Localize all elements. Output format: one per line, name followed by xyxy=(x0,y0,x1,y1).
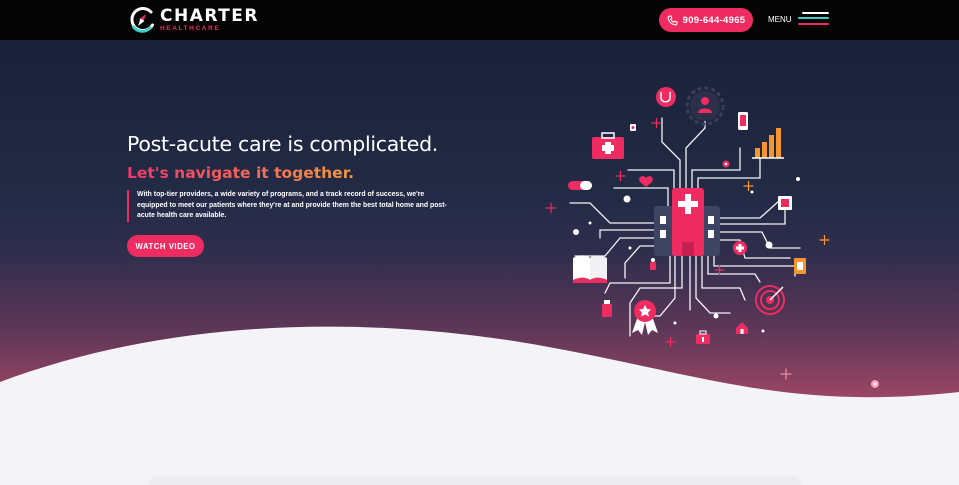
logo-text: CHARTER HEALTHCARE xyxy=(160,5,259,33)
content-card-edge xyxy=(150,480,800,485)
pill-icon xyxy=(568,181,592,190)
frame-icon xyxy=(778,196,792,210)
watch-video-button[interactable]: WATCH VIDEO xyxy=(127,235,204,257)
heart-icon xyxy=(639,176,653,187)
phone-button[interactable]: 909-644-4965 xyxy=(659,8,753,32)
hero-subheadline: Let's navigate it together. xyxy=(127,164,355,182)
bar-chart-icon xyxy=(752,128,784,159)
stethoscope-icon xyxy=(656,87,676,107)
book-icon xyxy=(573,255,607,283)
menu-label: MENU xyxy=(768,14,792,24)
medical-bag-icon xyxy=(696,330,710,344)
medical-cross-icon xyxy=(733,241,747,255)
top-navigation-bar: CHARTER HEALTHCARE 909-644-4965 MENU xyxy=(0,0,959,40)
menu-icon xyxy=(797,11,829,27)
doctor-icon xyxy=(685,86,725,126)
document-icon xyxy=(794,258,806,274)
hero-section: Post-acute care is complicated. Let's na… xyxy=(0,40,959,485)
brand-subtitle: HEALTHCARE xyxy=(160,24,221,32)
smartphone-icon xyxy=(738,112,748,130)
target-icon xyxy=(755,285,785,315)
medal-icon xyxy=(632,300,658,335)
phone-icon xyxy=(667,14,678,25)
home-icon xyxy=(736,322,748,334)
hero-headline: Post-acute care is complicated. xyxy=(127,132,439,156)
hero-description: With top-tier providers, a wide variety … xyxy=(127,190,447,222)
phone-number: 909-644-4965 xyxy=(682,14,746,26)
compass-logo-icon xyxy=(130,7,154,33)
menu-toggle[interactable]: MENU xyxy=(768,11,829,27)
charter-logo[interactable]: CHARTER HEALTHCARE xyxy=(128,5,259,35)
first-aid-kit-icon xyxy=(592,132,624,159)
medicine-icon xyxy=(722,160,730,168)
healthcare-network-illustration xyxy=(568,86,806,344)
person-icon xyxy=(650,258,656,270)
brand-name: CHARTER xyxy=(160,5,259,26)
medicine-bottle-icon xyxy=(602,300,612,317)
hospital-icon xyxy=(654,188,720,256)
